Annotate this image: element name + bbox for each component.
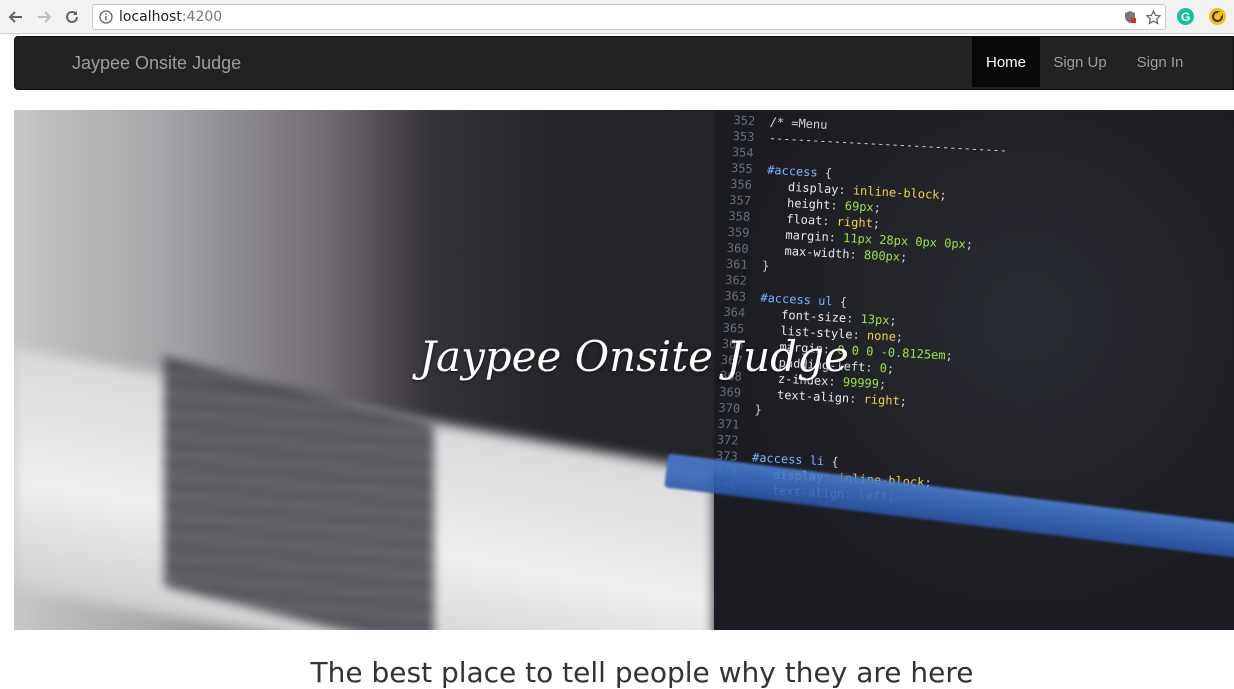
svg-text:G: G — [1181, 10, 1190, 24]
nav-home[interactable]: Home — [972, 37, 1040, 87]
site-navbar: Jaypee Onsite Judge Home Sign Up Sign In — [14, 36, 1234, 90]
forward-icon[interactable] — [34, 7, 54, 27]
extension-icon[interactable] — [1209, 8, 1226, 25]
back-icon[interactable] — [6, 7, 26, 27]
browser-toolbar: localhost:4200 G — [0, 0, 1234, 34]
address-bar[interactable]: localhost:4200 — [92, 4, 1166, 30]
url-port: :4200 — [181, 9, 223, 25]
hero-banner: 352 /* =Menu 353 -----------------------… — [14, 110, 1234, 630]
star-icon[interactable] — [1145, 9, 1162, 30]
navbar-brand[interactable]: Jaypee Onsite Judge — [72, 53, 241, 74]
url-host: localhost — [119, 9, 182, 25]
reload-icon[interactable] — [62, 7, 82, 27]
url-text: localhost:4200 — [119, 9, 222, 25]
hero-background-keyboard — [164, 356, 434, 630]
hero-background-code: 352 /* =Menu 353 -----------------------… — [714, 112, 1008, 504]
shield-icon[interactable] — [1123, 10, 1137, 29]
hero-title: Jaypee Onsite Judge — [419, 332, 849, 381]
nav-sign-in[interactable]: Sign In — [1127, 37, 1193, 87]
grammarly-icon[interactable]: G — [1177, 8, 1194, 25]
nav-sign-up[interactable]: Sign Up — [1045, 37, 1115, 87]
tagline: The best place to tell people why they a… — [310, 656, 974, 689]
info-icon[interactable] — [99, 10, 113, 29]
